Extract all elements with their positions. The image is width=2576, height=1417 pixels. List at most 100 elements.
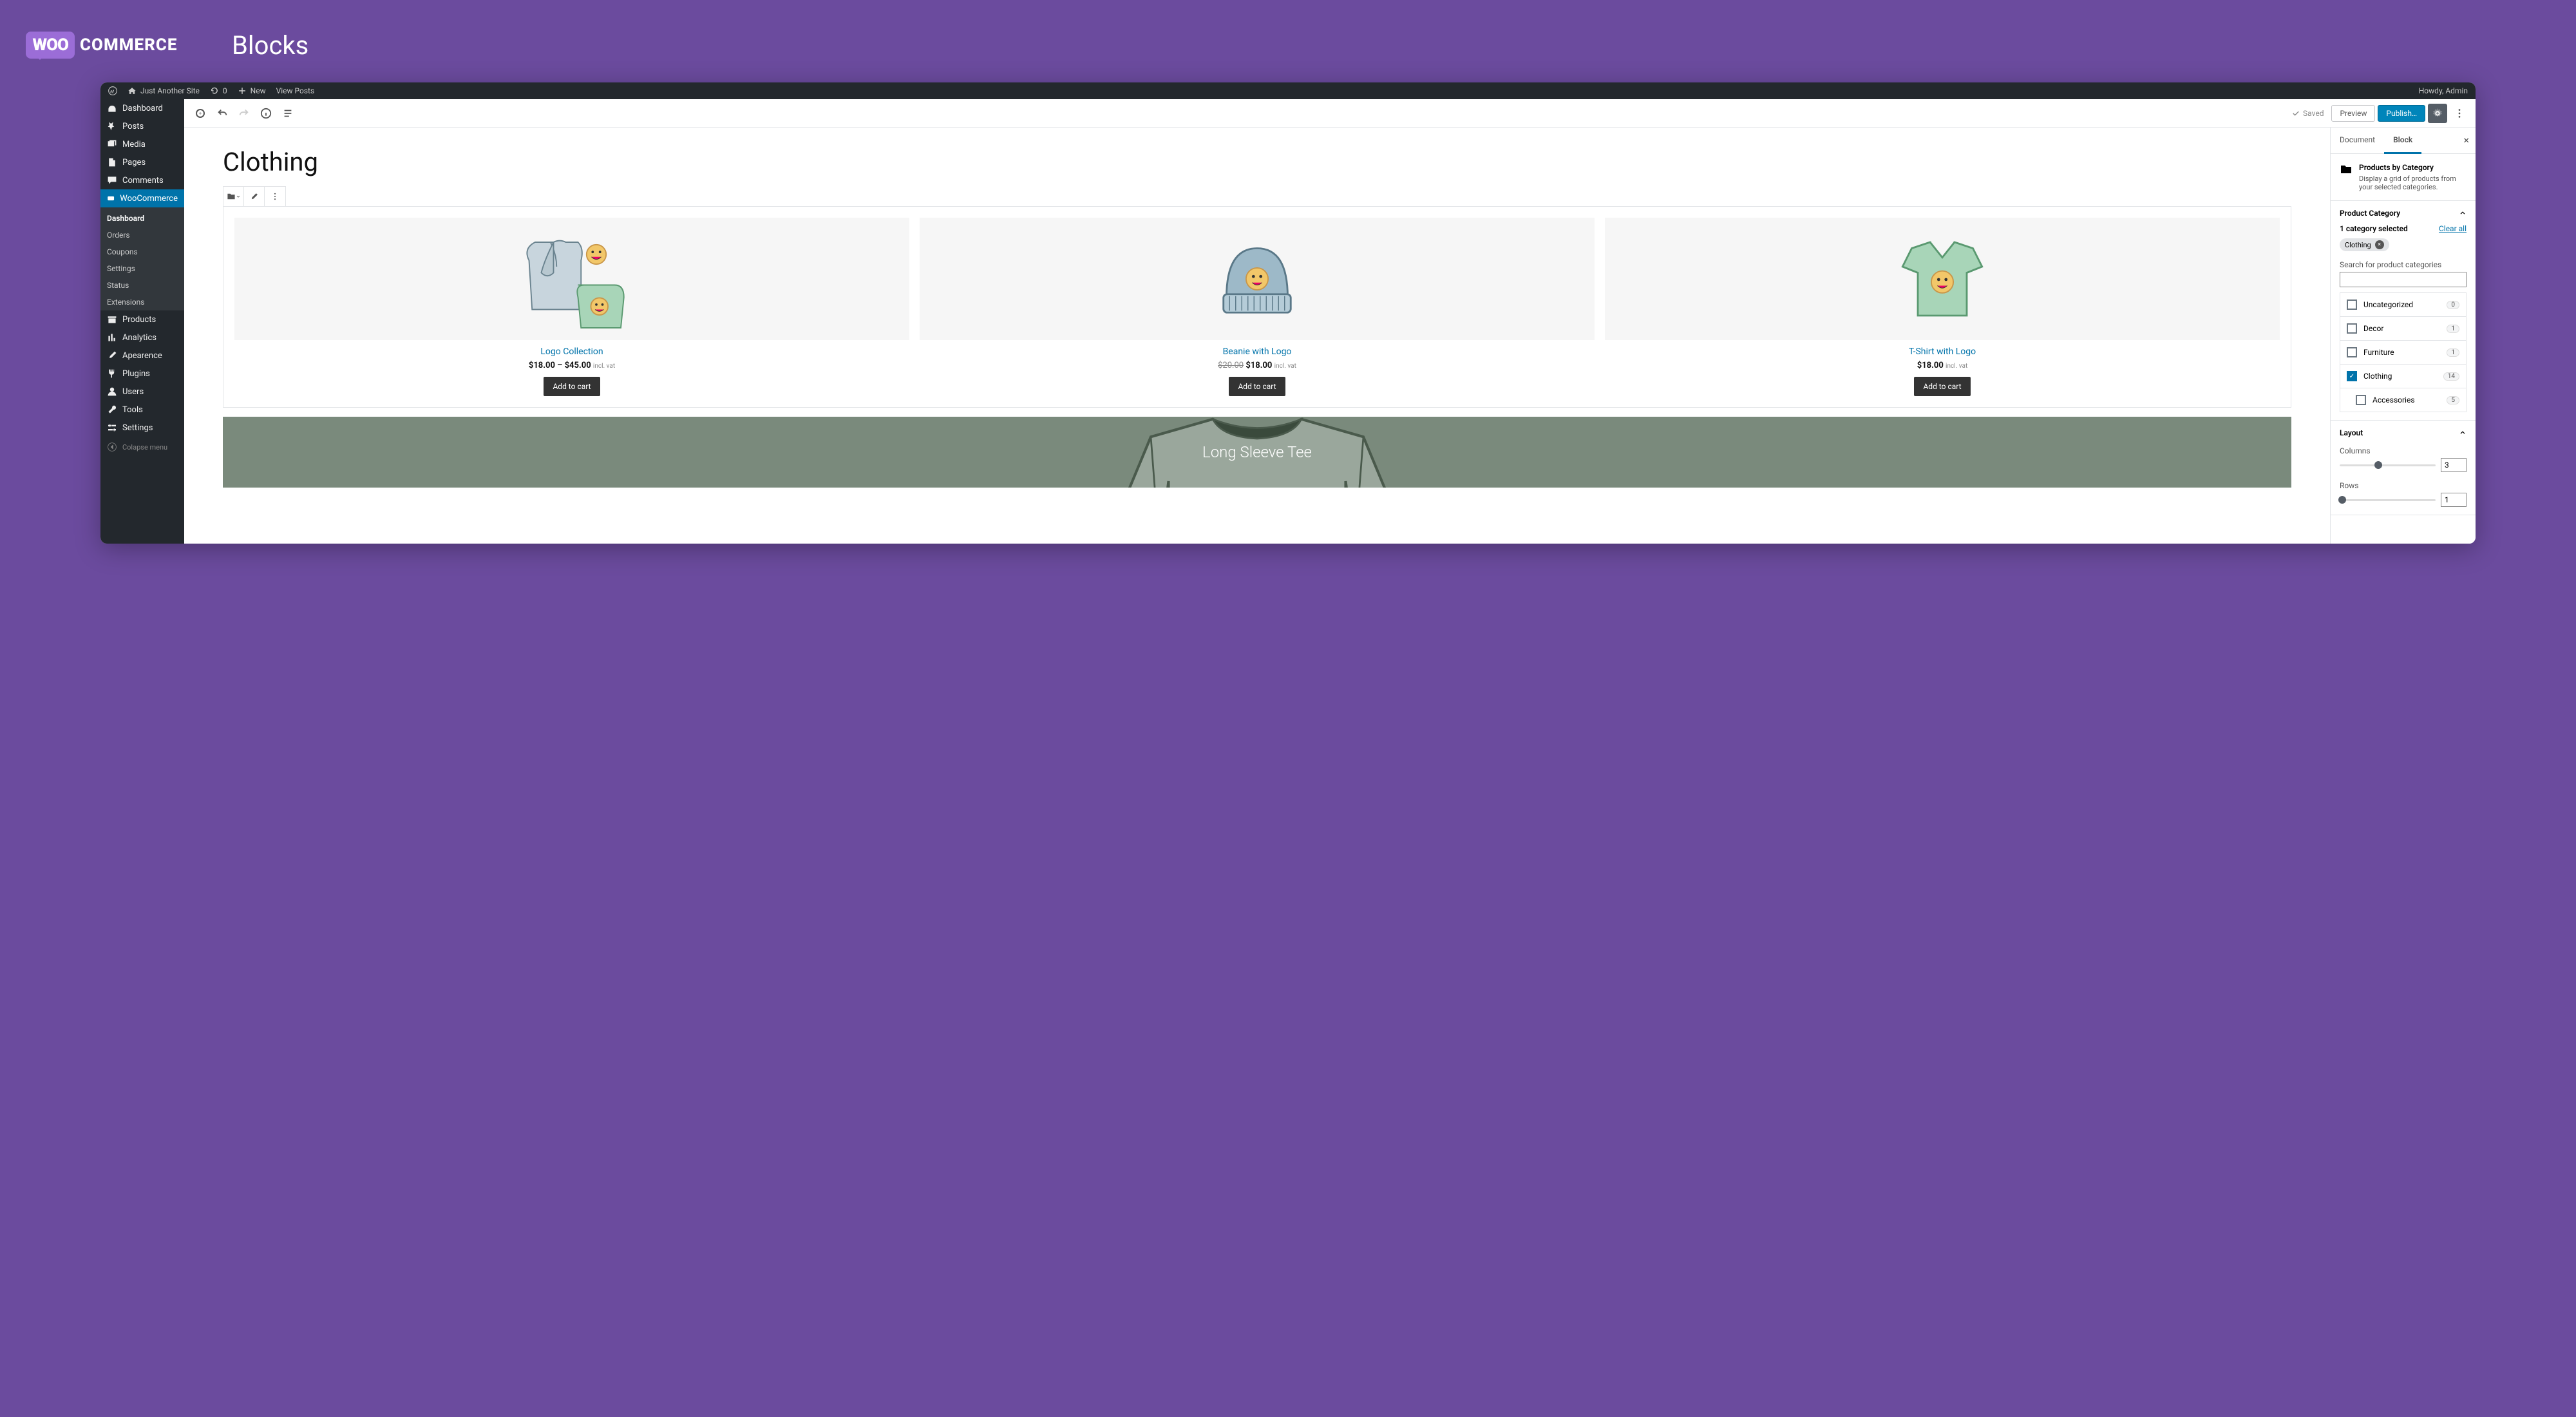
add-to-cart-button[interactable]: Add to cart (544, 377, 600, 396)
checkbox[interactable] (2356, 395, 2366, 405)
product-image (920, 218, 1595, 340)
category-search-input[interactable] (2340, 272, 2467, 287)
category-option[interactable]: Furniture 1 (2340, 341, 2466, 365)
checkbox[interactable] (2347, 300, 2357, 310)
block-description: Display a grid of products from your sel… (2359, 175, 2467, 191)
sidebar-sub-status[interactable]: Status (100, 277, 184, 294)
more-menu-button[interactable] (2450, 104, 2469, 123)
tab-block[interactable]: Block (2384, 128, 2421, 154)
product-title[interactable]: T-Shirt with Logo (1605, 347, 2280, 357)
media-icon (107, 139, 117, 149)
sidebar-item-tools[interactable]: Tools (100, 401, 184, 419)
add-to-cart-button[interactable]: Add to cart (1229, 377, 1285, 396)
sidebar-item-woocommerce[interactable]: WooCommerce (100, 189, 184, 207)
columns-input[interactable] (2441, 458, 2467, 472)
product-price: $18.00 – $45.00 incl. vat (234, 361, 909, 370)
sidebar-item-label: Settings (122, 423, 153, 433)
product-title[interactable]: Logo Collection (234, 347, 909, 357)
sidebar-sub-dashboard[interactable]: Dashboard (100, 207, 184, 227)
settings-toggle[interactable] (2428, 104, 2447, 123)
new-link[interactable]: New (238, 86, 266, 95)
wp-admin-window: Just Another Site 0 New View Posts Howdy… (100, 82, 2476, 544)
sidebar-item-comments[interactable]: Comments (100, 171, 184, 189)
sidebar-item-posts[interactable]: Posts (100, 117, 184, 135)
chevron-up-icon (2459, 429, 2467, 437)
sidebar-item-plugins[interactable]: Plugins (100, 365, 184, 383)
sidebar-item-apearence[interactable]: Apearence (100, 347, 184, 365)
archive-icon (107, 314, 117, 325)
preview-button[interactable]: Preview (2331, 105, 2375, 122)
collapse-menu[interactable]: Colapse menu (100, 437, 184, 457)
add-to-cart-button[interactable]: Add to cart (1914, 377, 1970, 396)
block-type-icon (2340, 163, 2353, 176)
sidebar-item-users[interactable]: Users (100, 383, 184, 401)
cover-block[interactable]: Long Sleeve Tee (223, 417, 2291, 488)
page-title[interactable]: Clothing (223, 147, 2291, 177)
sidebar-item-label: Pages (122, 158, 146, 167)
remove-chip-icon[interactable]: × (2375, 240, 2384, 249)
sidebar-item-products[interactable]: Products (100, 310, 184, 328)
product-card[interactable]: Beanie with Logo $20.00 $18.00 incl. vat… (919, 217, 1595, 397)
checkbox[interactable] (2347, 347, 2357, 357)
sidebar-item-pages[interactable]: Pages (100, 153, 184, 171)
howdy-user[interactable]: Howdy, Admin (2419, 86, 2468, 95)
editor-canvas[interactable]: Clothing Logo Collection $18.00 – $45.00… (184, 128, 2330, 544)
section-product-category[interactable]: Product Category (2340, 209, 2467, 218)
block-edit-button[interactable] (244, 187, 265, 206)
category-option[interactable]: Accessories 5 (2340, 388, 2466, 412)
updates-link[interactable]: 0 (210, 86, 227, 95)
block-more-button[interactable] (265, 187, 285, 206)
content-info-button[interactable] (256, 104, 276, 123)
product-price: $18.00 incl. vat (1605, 361, 2280, 370)
wp-logo-icon[interactable] (108, 86, 117, 95)
close-inspector-icon[interactable]: × (2463, 134, 2469, 146)
category-count: 14 (2443, 372, 2459, 381)
outline-button[interactable] (278, 104, 298, 123)
publish-button[interactable]: Publish… (2378, 105, 2425, 122)
clear-all-link[interactable]: Clear all (2439, 224, 2467, 233)
rows-label: Rows (2340, 481, 2467, 490)
sidebar-sub-extensions[interactable]: Extensions (100, 294, 184, 310)
category-count: 5 (2447, 396, 2459, 404)
sliders-icon (107, 423, 117, 433)
tab-document[interactable]: Document (2331, 128, 2384, 153)
category-option[interactable]: Uncategorized 0 (2340, 293, 2466, 317)
checkbox[interactable]: ✓ (2347, 371, 2357, 381)
undo-button[interactable] (213, 104, 232, 123)
collapse-icon (107, 442, 117, 452)
category-count: 0 (2447, 301, 2459, 309)
checkbox[interactable] (2347, 323, 2357, 334)
dashboard-icon (107, 103, 117, 113)
sidebar-item-settings[interactable]: Settings (100, 419, 184, 437)
block-type-button[interactable] (223, 187, 244, 206)
add-block-button[interactable] (191, 104, 210, 123)
pin-icon (107, 121, 117, 131)
sidebar-sub-orders[interactable]: Orders (100, 227, 184, 243)
sidebar-item-media[interactable]: Media (100, 135, 184, 153)
view-posts-link[interactable]: View Posts (276, 86, 315, 95)
brush-icon (107, 350, 117, 361)
columns-slider[interactable] (2340, 464, 2436, 466)
admin-sidebar: DashboardPostsMediaPagesComments WooComm… (100, 99, 184, 544)
category-label: Furniture (2363, 348, 2394, 357)
products-block[interactable]: Logo Collection $18.00 – $45.00 incl. va… (223, 206, 2291, 408)
rows-slider[interactable] (2340, 499, 2436, 501)
category-option[interactable]: ✓ Clothing 14 (2340, 365, 2466, 388)
site-link[interactable]: Just Another Site (128, 86, 200, 95)
comment-icon (107, 175, 117, 185)
redo-button[interactable] (234, 104, 254, 123)
product-card[interactable]: Logo Collection $18.00 – $45.00 incl. va… (234, 217, 910, 397)
woocommerce-logo: WOO COMMERCE (26, 32, 177, 59)
sidebar-item-analytics[interactable]: Analytics (100, 328, 184, 347)
adminbar: Just Another Site 0 New View Posts Howdy… (100, 82, 2476, 99)
category-option[interactable]: Decor 1 (2340, 317, 2466, 341)
sidebar-item-dashboard[interactable]: Dashboard (100, 99, 184, 117)
editor-toolbar: Saved Preview Publish… (184, 99, 2476, 128)
product-card[interactable]: T-Shirt with Logo $18.00 incl. vat Add t… (1604, 217, 2280, 397)
selected-count: 1 category selected (2340, 224, 2408, 233)
rows-input[interactable] (2441, 493, 2467, 507)
sidebar-sub-coupons[interactable]: Coupons (100, 243, 184, 260)
sidebar-sub-settings[interactable]: Settings (100, 260, 184, 277)
section-layout[interactable]: Layout (2340, 428, 2467, 437)
product-title[interactable]: Beanie with Logo (920, 347, 1595, 357)
